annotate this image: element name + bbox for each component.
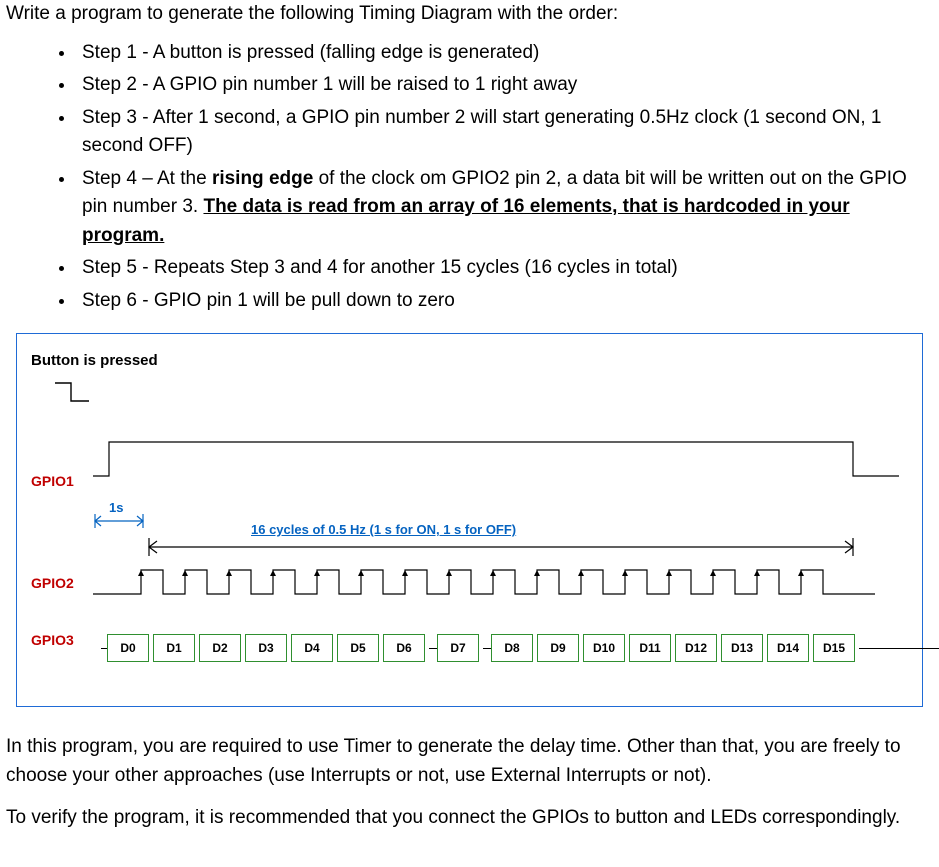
data-cell: D10 <box>583 634 625 662</box>
data-cell: D0 <box>107 634 149 662</box>
step-5: Step 5 - Repeats Step 3 and 4 for anothe… <box>76 254 933 283</box>
step-3: Step 3 - After 1 second, a GPIO pin numb… <box>76 104 933 161</box>
step-4: Step 4 – At the rising edge of the clock… <box>76 165 933 251</box>
step-4-rising-edge: rising edge <box>212 168 313 189</box>
data-cell: D3 <box>245 634 287 662</box>
data-cell: D11 <box>629 634 671 662</box>
step-4a: Step 4 – At the <box>82 168 212 189</box>
gpio2-label: GPIO2 <box>31 573 89 594</box>
data-cell: D13 <box>721 634 763 662</box>
button-edge-icon <box>53 379 93 409</box>
timing-diagram: Button is pressed GPIO1 1s 16 cycle <box>16 333 923 707</box>
gpio3-label: GPIO3 <box>31 630 89 651</box>
data-cell: D4 <box>291 634 333 662</box>
data-cell: D15 <box>813 634 855 662</box>
data-cell: D5 <box>337 634 379 662</box>
data-cell: D7 <box>437 634 479 662</box>
gpio2-group: 1s 16 cycles of 0.5 Hz (1 s for ON, 1 s … <box>31 504 908 604</box>
step-2: Step 2 - A GPIO pin number 1 will be rai… <box>76 71 933 100</box>
gpio3-data-cells: D0D1D2D3D4D5D6 D7 D8D9D10D11D12D13D14D15 <box>101 634 939 662</box>
data-cell: D2 <box>199 634 241 662</box>
step-1: Step 1 - A button is pressed (falling ed… <box>76 39 933 68</box>
data-cell: D9 <box>537 634 579 662</box>
data-cell: D12 <box>675 634 717 662</box>
gpio1-wave <box>93 436 913 486</box>
annot-cycles-label: 16 cycles of 0.5 Hz (1 s for ON, 1 s for… <box>251 520 516 540</box>
gpio2-wave <box>93 560 913 600</box>
step-6: Step 6 - GPIO pin 1 will be pull down to… <box>76 287 933 316</box>
gpio1-label: GPIO1 <box>31 471 89 492</box>
step-list: Step 1 - A button is pressed (falling ed… <box>6 39 933 316</box>
gpio1-row: GPIO1 <box>31 436 908 496</box>
post-text-1: In this program, you are required to use… <box>6 733 933 790</box>
post-text-2: To verify the program, it is recommended… <box>6 804 933 833</box>
data-cell: D14 <box>767 634 809 662</box>
intro-text: Write a program to generate the followin… <box>6 0 933 29</box>
annot-1s-arrow <box>91 512 151 530</box>
gpio3-row: GPIO3 D0D1D2D3D4D5D6D7D8D9D10D11D12D13D1… <box>31 628 908 672</box>
data-cell: D1 <box>153 634 195 662</box>
data-cell: D8 <box>491 634 533 662</box>
diagram-title: Button is pressed <box>31 350 908 373</box>
data-cell: D6 <box>383 634 425 662</box>
annot-cycles-arrow <box>93 538 901 556</box>
